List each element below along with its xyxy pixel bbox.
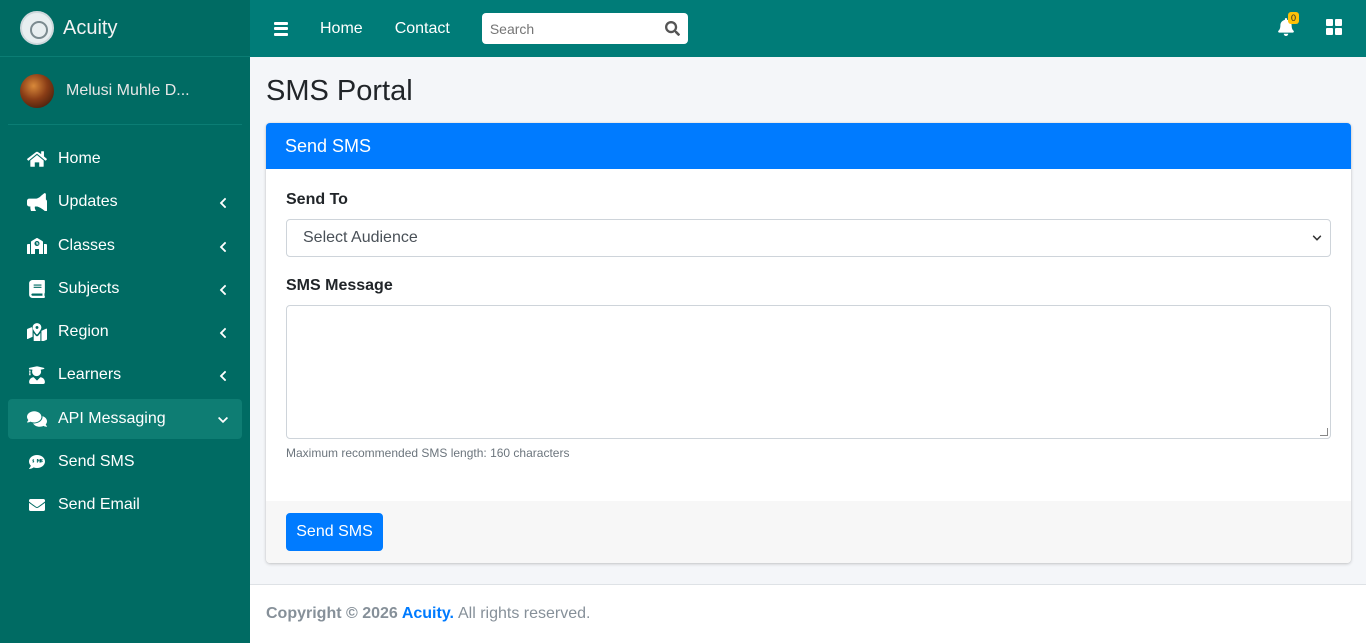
- comments-icon: [26, 409, 48, 429]
- sidebar-item-updates[interactable]: Updates: [8, 182, 242, 222]
- sidebar-item-region[interactable]: Region: [8, 312, 242, 352]
- brand-logo: [20, 11, 54, 45]
- chevron-left-icon: [218, 241, 228, 252]
- chevron-left-icon: [218, 370, 228, 382]
- sidebar-item-classes[interactable]: Classes: [8, 226, 242, 266]
- sidebar-item-label: Region: [58, 323, 109, 341]
- sidebar-item-api-messaging[interactable]: API Messaging: [8, 398, 242, 439]
- sidebar-item-label: Learners: [58, 366, 122, 384]
- card-body: Send To Select Audience SMS Message Maxi…: [266, 169, 1351, 501]
- page-title: SMS Portal: [266, 75, 413, 107]
- search-icon[interactable]: [664, 21, 680, 36]
- brand-link[interactable]: Acuity: [0, 0, 250, 57]
- map-marker-icon: [26, 322, 48, 342]
- chevron-left-icon: [218, 284, 228, 295]
- sidebar-item-send-email[interactable]: Send Email: [8, 485, 242, 525]
- sidebar-nav: Home Updates Classes Subjects Region Lea…: [0, 125, 250, 525]
- chevron-down-icon: [1312, 235, 1322, 241]
- envelope-icon: [26, 495, 48, 515]
- sidebar-item-label: Send SMS: [58, 453, 135, 471]
- menu-toggle-icon[interactable]: [274, 21, 288, 36]
- send-sms-button[interactable]: Send SMS: [286, 513, 383, 551]
- sidebar-item-label: Home: [58, 150, 101, 167]
- chevron-left-icon: [218, 327, 228, 339]
- notification-badge: 0: [1288, 12, 1300, 24]
- nav-link-home[interactable]: Home: [320, 20, 363, 38]
- sms-length-hint: Maximum recommended SMS length: 160 char…: [286, 446, 570, 460]
- sidebar-item-label: Send Email: [58, 496, 140, 514]
- sms-message-textarea[interactable]: [286, 305, 1331, 439]
- sidebar: Acuity Melusi Muhle D... Home Updates Cl…: [0, 0, 250, 643]
- send-to-label: Send To: [286, 191, 348, 208]
- apps-grid-icon[interactable]: [1326, 19, 1342, 35]
- navbar-right: 0: [1278, 12, 1342, 36]
- card-footer: Send SMS: [266, 501, 1351, 563]
- sidebar-item-label: Classes: [58, 236, 115, 254]
- send-sms-card: Send SMS Send To Select Audience SMS Mes…: [266, 123, 1351, 563]
- sms-message-label: SMS Message: [286, 277, 393, 294]
- search-input[interactable]: [489, 20, 650, 37]
- copyright-text: Copyright © 2026: [266, 605, 398, 622]
- chevron-down-icon: [218, 414, 228, 424]
- footer-brand-link[interactable]: Acuity.: [402, 605, 454, 623]
- main-content: SMS Portal Send SMS Send To Select Audie…: [250, 57, 1366, 584]
- sidebar-item-send-sms[interactable]: Send SMS: [8, 442, 242, 482]
- home-icon: [26, 149, 48, 169]
- graduate-icon: [26, 365, 48, 385]
- notifications-button[interactable]: 0: [1278, 12, 1300, 36]
- user-panel[interactable]: Melusi Muhle D...: [8, 57, 242, 125]
- school-icon: [26, 236, 48, 256]
- sidebar-item-label: Updates: [58, 193, 118, 211]
- rights-text: All rights reserved.: [457, 605, 591, 622]
- chevron-left-icon: [218, 197, 228, 209]
- sidebar-item-subjects[interactable]: Subjects: [8, 269, 242, 309]
- avatar: [20, 73, 54, 108]
- page-footer: Copyright © 2026 Acuity. All rights rese…: [250, 584, 1366, 643]
- sms-icon: [26, 452, 48, 472]
- book-icon: [26, 279, 48, 299]
- card-title: Send SMS: [266, 123, 1351, 169]
- brand-name: Acuity: [63, 16, 118, 39]
- audience-select[interactable]: Select Audience: [286, 219, 1331, 257]
- top-navbar: Home Contact 0: [250, 0, 1366, 57]
- audience-select-value: Select Audience: [303, 229, 418, 246]
- sidebar-item-label: API Messaging: [58, 409, 166, 427]
- sidebar-item-home[interactable]: Home: [8, 139, 242, 179]
- sidebar-item-label: Subjects: [58, 279, 120, 297]
- nav-link-contact[interactable]: Contact: [395, 20, 450, 38]
- search-box: [481, 13, 688, 44]
- user-name: Melusi Muhle D...: [66, 81, 190, 99]
- megaphone-icon: [26, 192, 48, 212]
- sidebar-item-learners[interactable]: Learners: [8, 355, 242, 395]
